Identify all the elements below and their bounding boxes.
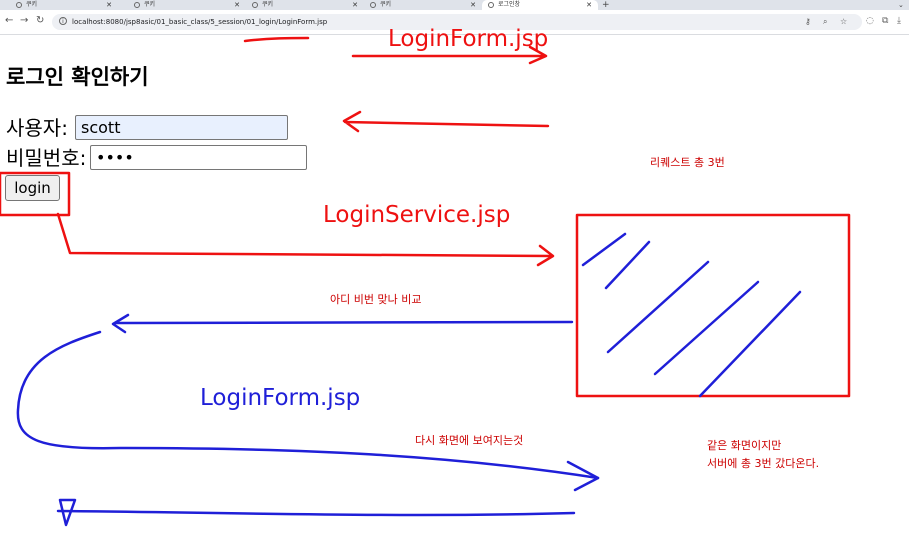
blue-hatch-5 bbox=[698, 290, 802, 398]
blue-return-line bbox=[56, 509, 576, 517]
annotation-loginform-top: LoginForm.jsp bbox=[388, 26, 549, 52]
red-box-login bbox=[0, 171, 71, 217]
annotation-same-screen-line2: 서버에 총 3번 갔다온다. bbox=[707, 457, 820, 470]
annotation-loginservice: LoginService.jsp bbox=[323, 202, 511, 228]
annotation-redisplay: 다시 화면에 보여지는것 bbox=[415, 434, 524, 447]
red-dash-stroke bbox=[243, 36, 310, 43]
blue-hatch-1 bbox=[581, 232, 627, 267]
annotation-same-screen-line1: 같은 화면이지만 bbox=[707, 439, 782, 452]
blue-hatch-2 bbox=[604, 240, 651, 290]
annotation-loginform-blue: LoginForm.jsp bbox=[200, 385, 361, 411]
blue-arrow-head-left bbox=[58, 498, 77, 527]
blue-arrow-left bbox=[111, 313, 574, 334]
red-box-server bbox=[575, 213, 851, 398]
red-arrow-left bbox=[342, 110, 550, 133]
annotation-compare-credentials: 아디 비번 맞나 비교 bbox=[330, 293, 422, 306]
annotation-request-count: 리퀘스트 총 3번 bbox=[650, 156, 725, 169]
